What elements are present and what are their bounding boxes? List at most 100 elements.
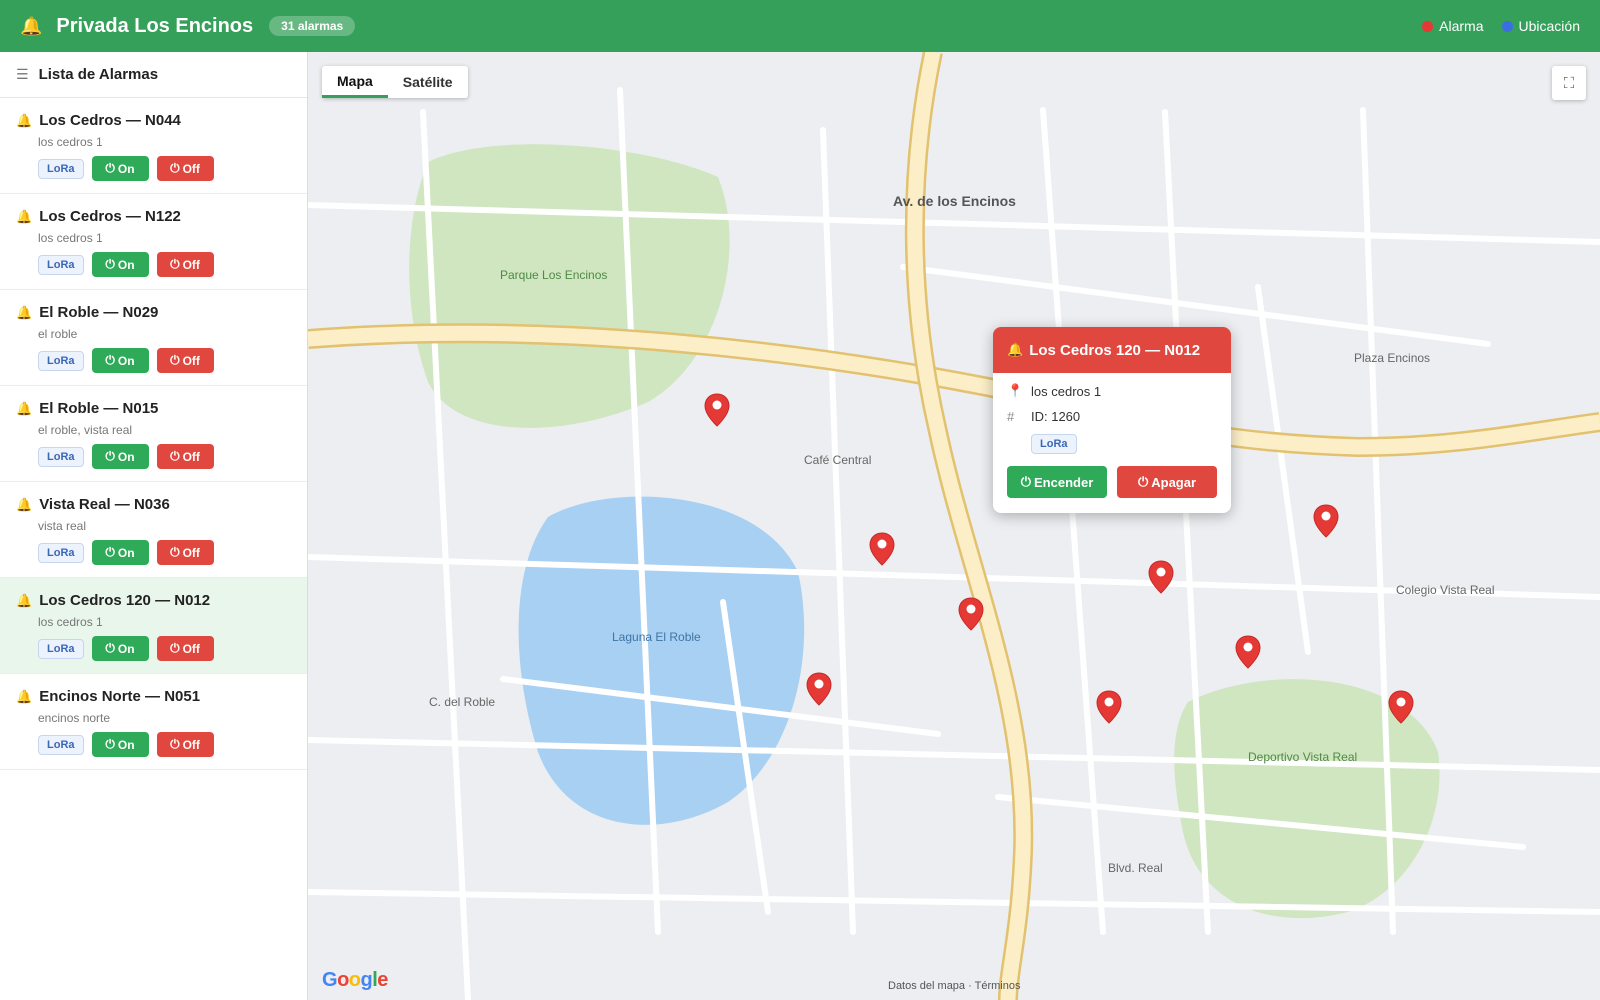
alarm-on-label: On <box>117 449 135 464</box>
lora-tag: LoRa <box>38 158 84 179</box>
app-title: Privada Los Encinos <box>56 14 254 37</box>
alarm-pin-icon[interactable] <box>806 672 832 706</box>
alarm-list-item[interactable]: 🔔 Vista Real — N036 vista real LoRa ⏻ On… <box>0 482 307 578</box>
power-icon: ⏻ <box>170 353 180 367</box>
alarm-item-name: El Roble — N015 <box>39 400 159 417</box>
alarm-on-button[interactable]: ⏻ On <box>91 732 149 757</box>
alarm-on-button[interactable]: ⏻ On <box>91 156 149 181</box>
alarm-item-address: los cedros 1 <box>38 615 103 629</box>
turn-on-button[interactable]: ⏻ Encender <box>1007 466 1107 498</box>
alarm-on-label: On <box>117 641 135 656</box>
power-icon: ⏻ <box>170 161 180 175</box>
alarm-item-title: 🔔 Vista Real — N036 <box>16 496 291 513</box>
park-label: Parque Los Encinos <box>500 268 608 282</box>
alarm-pin-icon[interactable] <box>1388 690 1414 724</box>
bell-icon: 🔔 <box>20 15 43 36</box>
bell-icon: 🔔 <box>16 496 33 512</box>
sports-label: Deportivo Vista Real <box>1248 750 1358 764</box>
popup-title: Los Cedros 120 — N012 <box>1029 341 1201 359</box>
bell-icon: 🔔 <box>16 592 33 608</box>
alarm-off-label: Off <box>182 257 200 272</box>
bell-icon: 🔔 <box>1007 342 1024 357</box>
power-icon: ⏻ <box>105 257 115 271</box>
alarm-pin-icon[interactable] <box>1313 504 1339 538</box>
alarm-off-label: Off <box>182 641 200 656</box>
alarm-pin-icon[interactable] <box>704 393 730 427</box>
alarm-list-item[interactable]: 🔔 Encinos Norte — N051 encinos norte LoR… <box>0 674 307 770</box>
popup-header: 🔔 Los Cedros 120 — N012 <box>993 327 1231 373</box>
alarm-pin-icon[interactable] <box>869 532 895 566</box>
alarm-on-label: On <box>117 545 135 560</box>
alarm-item-title: 🔔 Encinos Norte — N051 <box>16 688 291 705</box>
power-icon: ⏻ <box>170 545 180 559</box>
location-dot-icon <box>1501 20 1513 32</box>
alarm-list-item[interactable]: 🔔 Los Cedros — N044 los cedros 1 LoRa ⏻ … <box>0 98 307 194</box>
alarm-sidebar: ☰ Lista de Alarmas 🔔 Los Cedros — N044 l… <box>0 52 308 1000</box>
fullscreen-button[interactable]: ⛶ <box>1552 66 1586 100</box>
alarm-list-item[interactable]: 🔔 Los Cedros 120 — N012 los cedros 1 LoR… <box>0 578 307 674</box>
power-icon: ⏻ <box>105 737 115 751</box>
alarm-item-name: Encinos Norte — N051 <box>39 688 201 705</box>
alarm-off-button[interactable]: ⏻ Off <box>156 732 214 757</box>
map-legend: Alarma Ubicación <box>1422 18 1580 34</box>
school-label: Colegio Vista Real <box>1396 583 1495 597</box>
app-header: 🔔 Privada Los Encinos 31 alarmas Alarma … <box>0 0 1600 52</box>
alarm-item-name: Los Cedros — N044 <box>39 112 181 129</box>
alarm-count-badge: 31 alarmas <box>269 16 356 36</box>
google-logo: Google <box>322 969 388 991</box>
map-attribution[interactable]: Datos del mapa · Términos <box>888 980 1020 992</box>
alarm-off-label: Off <box>182 545 200 560</box>
alarm-off-button[interactable]: ⏻ Off <box>156 156 214 181</box>
popup-id-row: # ID: 1260 <box>1007 409 1231 424</box>
alarm-on-label: On <box>117 353 135 368</box>
street-label: C. del Roble <box>429 695 496 709</box>
tab-satellite[interactable]: Satélite <box>388 66 468 98</box>
alarm-pin-icon[interactable] <box>1096 690 1122 724</box>
alarm-off-button[interactable]: ⏻ Off <box>156 540 214 565</box>
fullscreen-icon: ⛶ <box>1563 74 1575 92</box>
turn-off-label: Apagar <box>1151 474 1197 490</box>
power-icon: ⏻ <box>105 161 115 175</box>
map-view[interactable]: Av. de los Encinos Parque Los Encinos Pl… <box>308 52 1600 1000</box>
alarm-list-item[interactable]: 🔔 Los Cedros — N122 los cedros 1 LoRa ⏻ … <box>0 194 307 290</box>
location-pin-icon: 📍 <box>1007 383 1024 398</box>
alarm-item-title: 🔔 Los Cedros — N044 <box>16 112 291 129</box>
alarm-on-button[interactable]: ⏻ On <box>91 540 149 565</box>
power-icon: ⏻ <box>105 545 115 559</box>
power-icon: ⏻ <box>1020 474 1032 489</box>
plaza-label: Plaza Encinos <box>1354 351 1431 365</box>
alarm-item-actions: LoRa ⏻ On ⏻ Off <box>38 252 291 277</box>
alarm-on-label: On <box>117 257 135 272</box>
alarm-on-button[interactable]: ⏻ On <box>91 252 149 277</box>
lora-tag: LoRa <box>38 542 84 563</box>
alarm-pin-icon[interactable] <box>1235 635 1261 669</box>
alarm-on-label: On <box>117 737 135 752</box>
alarm-pin-icon[interactable] <box>958 597 984 631</box>
alarm-item-actions: LoRa ⏻ On ⏻ Off <box>38 156 291 181</box>
alarm-off-button[interactable]: ⏻ Off <box>156 348 214 373</box>
alarm-off-button[interactable]: ⏻ Off <box>156 636 214 661</box>
popup-lora-tag: LoRa <box>1031 434 1077 454</box>
alarm-off-button[interactable]: ⏻ Off <box>156 252 214 277</box>
alarm-item-actions: LoRa ⏻ On ⏻ Off <box>38 732 291 757</box>
power-icon: ⏻ <box>170 641 180 655</box>
alarm-list-item[interactable]: 🔔 El Roble — N015 el roble, vista real L… <box>0 386 307 482</box>
map-type-toggle: Mapa Satélite <box>322 66 468 98</box>
lora-tag: LoRa <box>38 254 84 275</box>
lora-tag: LoRa <box>38 638 84 659</box>
alarm-item-actions: LoRa ⏻ On ⏻ Off <box>38 444 291 469</box>
alarm-off-button[interactable]: ⏻ Off <box>156 444 214 469</box>
alarm-item-address: vista real <box>38 519 87 533</box>
power-icon: ⏻ <box>105 449 115 463</box>
alarm-on-button[interactable]: ⏻ On <box>91 444 149 469</box>
lora-tag: LoRa <box>38 350 84 371</box>
alarm-on-button[interactable]: ⏻ On <box>91 636 149 661</box>
alarm-on-button[interactable]: ⏻ On <box>91 348 149 373</box>
turn-off-button[interactable]: ⏻ Apagar <box>1117 466 1217 498</box>
alarm-on-label: On <box>117 161 135 176</box>
alarm-list-item[interactable]: 🔔 El Roble — N029 el roble LoRa ⏻ On ⏻ O… <box>0 290 307 386</box>
alarm-pin-icon[interactable] <box>1148 560 1174 594</box>
alarm-item-address: el roble, vista real <box>38 423 133 437</box>
tab-map[interactable]: Mapa <box>322 66 388 98</box>
road-label-main: Av. de los Encinos <box>893 193 1016 209</box>
